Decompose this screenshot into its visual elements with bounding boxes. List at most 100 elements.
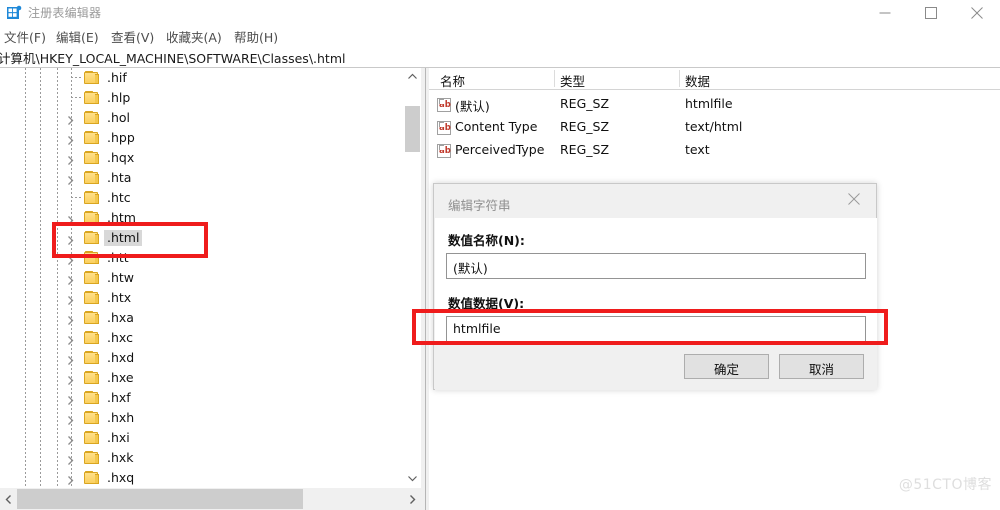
hscrollbar-thumb[interactable] [17,489,303,509]
folder-icon [84,331,99,344]
tree-item-hif[interactable]: .hif [0,68,404,88]
column-header-name[interactable]: 名称 [440,71,465,90]
chevron-right-icon[interactable] [65,313,76,325]
tree-item-label: .hlp [107,90,131,105]
tree-item-hxa[interactable]: .hxa [0,308,404,328]
menu-help[interactable]: 帮助(H) [234,27,278,46]
dialog-footer: 确定 取消 [435,343,877,390]
chevron-right-icon[interactable] [65,453,76,465]
menu-edit[interactable]: 编辑(E) [56,27,99,46]
column-divider[interactable] [554,70,555,87]
column-divider[interactable] [679,70,680,87]
tree-item-htc[interactable]: .htc [0,188,404,208]
folder-icon [84,91,99,104]
chevron-right-icon[interactable] [65,333,76,345]
value-type-cell: REG_SZ [560,119,610,134]
tree-item-label: .hxc [107,330,133,345]
tree-item-hxc[interactable]: .hxc [0,328,404,348]
chevron-right-icon[interactable] [65,113,76,125]
ok-button-label: 确定 [713,362,739,377]
tree-item-hxd[interactable]: .hxd [0,348,404,368]
minimize-button[interactable] [862,0,908,26]
tree-item-hxq[interactable]: .hxq [0,468,404,487]
string-value-icon: ab [437,98,451,112]
tree-item-label: .hqx [107,150,135,165]
tree-item-label: .hxf [107,390,131,405]
chevron-right-icon[interactable] [65,293,76,305]
chevron-right-icon[interactable] [65,273,76,285]
tree-item-label: .hol [107,110,131,125]
scroll-down-button[interactable] [404,470,421,487]
tree-item-htw[interactable]: .htw [0,268,404,288]
scrollbar-thumb[interactable] [405,106,420,152]
value-name-label: 数值名称(N): [448,233,525,248]
value-data-cell: htmlfile [685,96,733,111]
tree-item-label: .hxa [107,310,134,325]
folder-icon [84,371,99,384]
column-header-data[interactable]: 数据 [685,71,710,90]
chevron-right-icon[interactable] [65,173,76,185]
table-row[interactable]: ab Content Type REG_SZ text/html [429,117,1000,139]
scrollbar-track[interactable] [404,85,421,470]
tree-item-hxe[interactable]: .hxe [0,368,404,388]
tree-item-label: .hxe [107,370,134,385]
chevron-right-icon[interactable] [65,353,76,365]
tree-guide-line [71,77,83,78]
tree-item-label: .htc [107,190,131,205]
tree-item-hqx[interactable]: .hqx [0,148,404,168]
maximize-button[interactable] [908,0,954,26]
cancel-button-label: 取消 [808,362,834,377]
scroll-up-button[interactable] [404,68,421,85]
window-title: 注册表编辑器 [28,6,102,20]
close-button[interactable] [954,0,1000,26]
chevron-right-icon[interactable] [65,133,76,145]
table-row[interactable]: ab PerceivedType REG_SZ text [429,140,1000,162]
value-data-cell: text [685,142,710,157]
tree-item-hxf[interactable]: .hxf [0,388,404,408]
tree-guide-line [71,197,83,198]
value-name-text: (默认) [453,261,488,276]
chevron-right-icon[interactable] [65,433,76,445]
value-name-input[interactable]: (默认) [446,253,866,279]
folder-icon [84,151,99,164]
tree-item-label: .hxk [107,450,134,465]
tree-vertical-scrollbar[interactable] [404,68,421,487]
scroll-left-button[interactable] [0,488,17,510]
tree-item-hpp[interactable]: .hpp [0,128,404,148]
tree-item-hta[interactable]: .hta [0,168,404,188]
chevron-right-icon[interactable] [65,373,76,385]
string-value-icon: ab [437,144,451,158]
cancel-button[interactable]: 取消 [779,354,864,379]
tree-guide-line [71,97,83,98]
tree-horizontal-scrollbar[interactable] [0,488,421,510]
address-bar[interactable]: 计算机\HKEY_LOCAL_MACHINE\SOFTWARE\Classes\… [0,45,1000,68]
folder-icon [84,291,99,304]
column-header-type[interactable]: 类型 [560,71,585,90]
tree-item-label: .hta [107,170,132,185]
panel-separator [425,68,426,510]
scroll-right-button[interactable] [404,488,421,510]
dialog-close-button[interactable] [832,184,876,214]
folder-icon [84,411,99,424]
folder-icon [84,111,99,124]
tree-item-hol[interactable]: .hol [0,108,404,128]
menu-view[interactable]: 查看(V) [111,27,154,46]
registry-tree[interactable]: .hif .hlp .hol .hpp .hqx .hta .htc .htm .html .ht… [0,68,404,487]
tree-item-hlp[interactable]: .hlp [0,88,404,108]
registry-editor-icon [6,5,22,21]
value-type-cell: REG_SZ [560,142,610,157]
tree-item-hxi[interactable]: .hxi [0,428,404,448]
chevron-right-icon[interactable] [65,153,76,165]
chevron-right-icon[interactable] [65,473,76,485]
tree-item-hxk[interactable]: .hxk [0,448,404,468]
menu-file[interactable]: 文件(F) [4,27,46,46]
tree-item-htx[interactable]: .htx [0,288,404,308]
chevron-right-icon[interactable] [65,393,76,405]
chevron-right-icon[interactable] [65,413,76,425]
ok-button[interactable]: 确定 [684,354,769,379]
folder-icon [84,131,99,144]
tree-item-hxh[interactable]: .hxh [0,408,404,428]
menu-bar: 文件(F) 编辑(E) 查看(V) 收藏夹(A) 帮助(H) [0,26,1000,45]
table-row[interactable]: ab (默认) REG_SZ htmlfile [429,94,1000,116]
menu-favorites[interactable]: 收藏夹(A) [166,27,222,46]
